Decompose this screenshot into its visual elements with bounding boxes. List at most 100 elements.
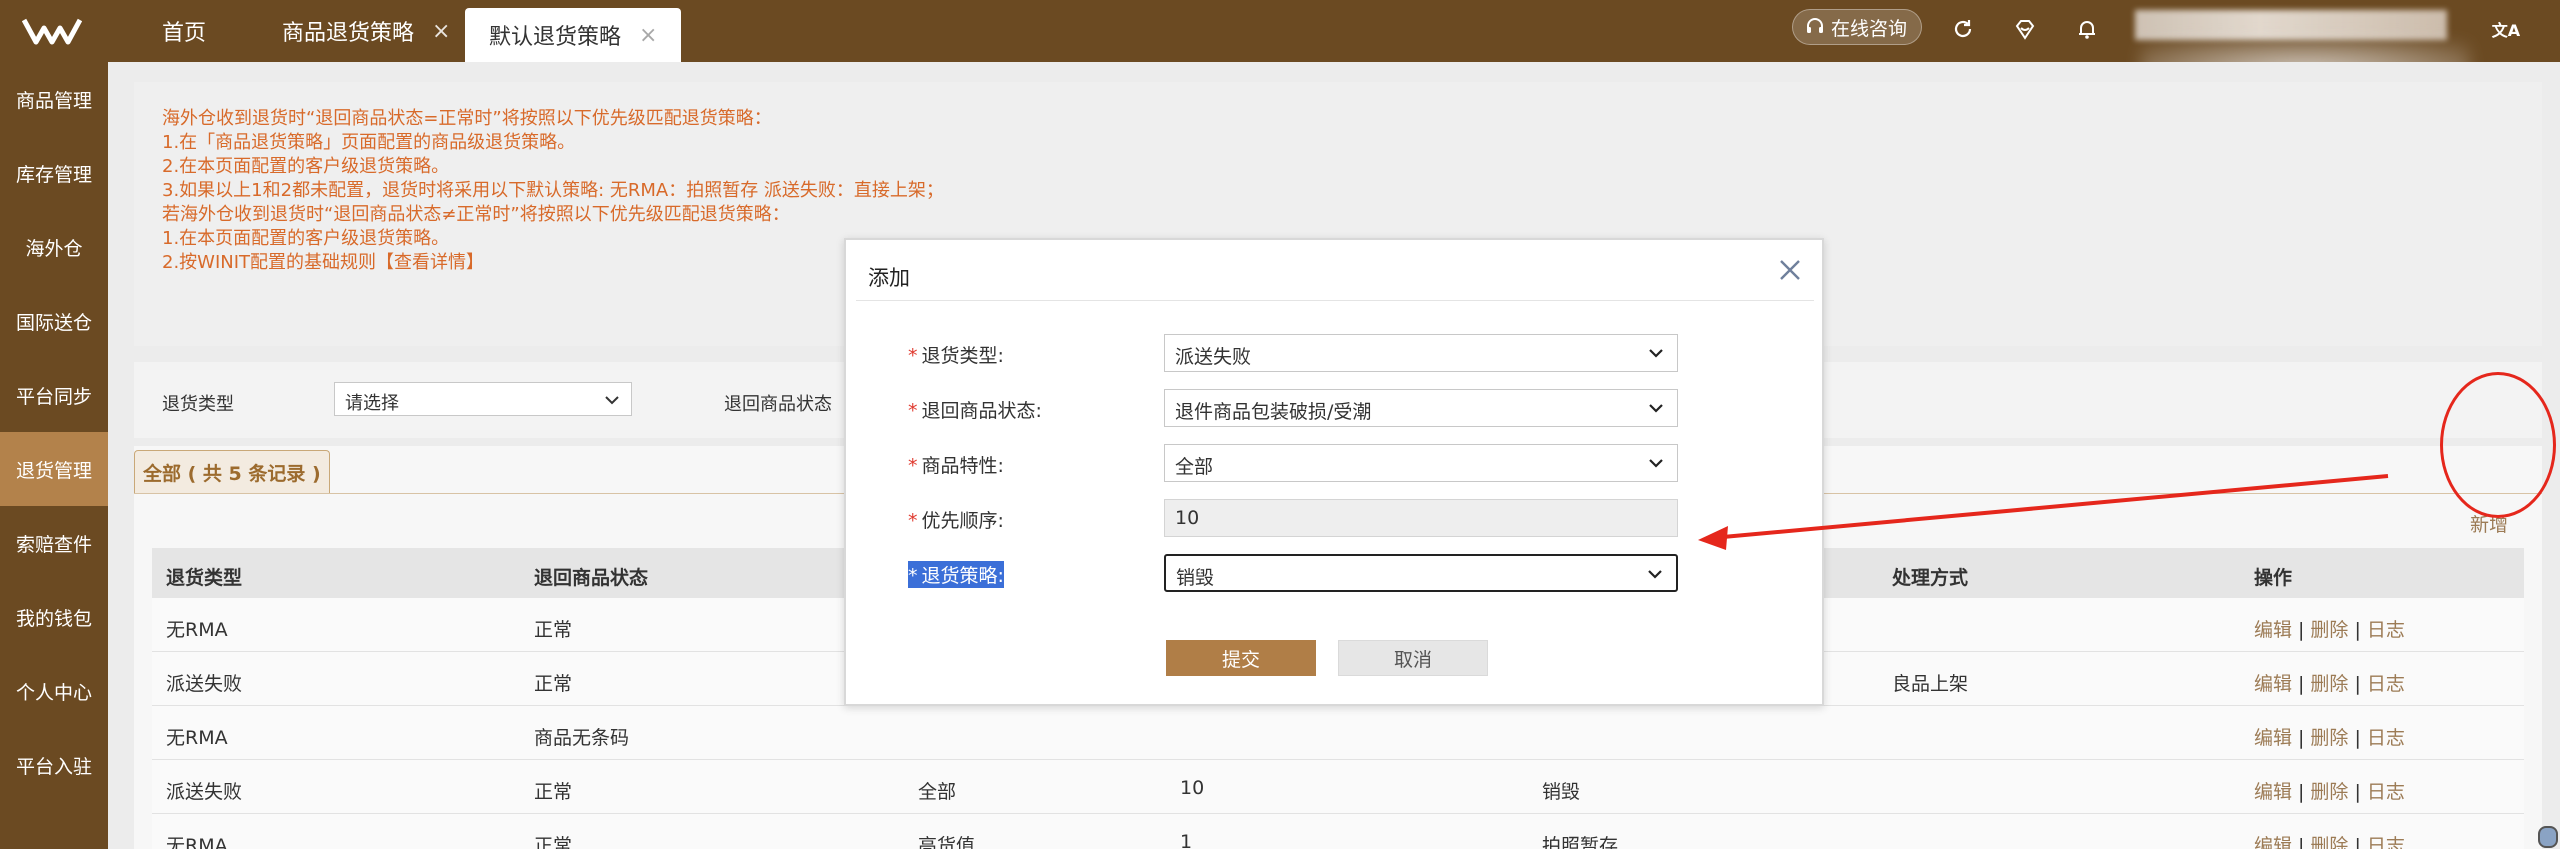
edit-link[interactable]: 编辑 [2254,781,2292,803]
tab-home[interactable]: 首页 [162,0,206,62]
cell-feature: 高货值 [918,835,976,849]
scrollbar-handle[interactable] [2538,826,2558,848]
select-value: 全部 [1175,456,1214,478]
sidebar-item-label: 退货管理 [15,459,92,482]
smile-icon[interactable] [2009,13,2041,45]
row-actions: 编辑 | 删除 | 日志 [2254,723,2405,750]
cell-type: 派送失败 [166,673,243,695]
select-value: 退件商品包装破损/受潮 [1175,401,1372,423]
sidebar-item-label: 国际送仓 [15,311,92,334]
notice-line: 3.如果以上1和2都未配置，退货时将采用以下默认策略: 无RMA：拍照暂存 派送… [162,180,944,201]
sidebar-item-returns[interactable]: 退货管理 [0,432,108,506]
sidebar-item-product[interactable]: 商品管理 [0,62,108,136]
column-header: 退货类型 [166,567,243,589]
sidebar-item-label: 商品管理 [15,89,92,112]
delete-link[interactable]: 删除 [2310,727,2348,749]
cell-type: 派送失败 [166,781,243,803]
return-type-value: 请选择 [345,393,399,414]
chevron-down-icon [605,396,619,405]
field-label: 退回商品状态: [921,400,1042,422]
return-type-label: 退货类型 [162,394,234,415]
delete-link[interactable]: 删除 [2310,673,2348,695]
logo-icon[interactable] [22,14,82,48]
table-row: 派送失败 正常 全部 10 销毁 编辑 | 删除 | 日志 [152,760,2524,814]
sidebar-item-label: 平台同步 [15,385,92,408]
close-icon[interactable]: × [432,19,450,44]
return-status-select[interactable]: 退件商品包装破损/受潮 [1164,389,1678,427]
field-label: 退货类型: [921,345,1004,367]
delete-link[interactable]: 删除 [2310,619,2348,641]
cell-priority: 10 [1180,777,1205,799]
notice-line: 海外仓收到退货时“退回商品状态=正常时”将按照以下优先级匹配退货策略： [162,108,772,129]
required-mark: * [908,565,918,587]
sidebar-item-platform-sync[interactable]: 平台同步 [0,358,108,432]
priority-field[interactable]: 10 [1164,499,1678,537]
sidebar-item-label: 索赔查件 [15,533,92,556]
cell-type: 无RMA [166,835,228,849]
sidebar-item-profile[interactable]: 个人中心 [0,654,108,728]
cell-feature: 全部 [918,781,957,803]
cell-type: 无RMA [166,727,228,749]
chevron-down-icon [1648,570,1662,579]
field-label: 商品特性: [921,455,1004,477]
submit-button[interactable]: 提交 [1166,640,1316,676]
product-feature-select[interactable]: 全部 [1164,444,1678,482]
log-link[interactable]: 日志 [2367,835,2405,849]
separator: | [2354,727,2361,749]
close-icon[interactable] [1776,256,1804,284]
user-info-blurred [2135,10,2447,40]
bell-icon[interactable] [2071,13,2103,45]
tab-label: 默认退货策略 [489,25,622,50]
edit-link[interactable]: 编辑 [2254,619,2292,641]
cell-strategy: 拍照暂存 [1542,835,1619,849]
sidebar-item-international[interactable]: 国际送仓 [0,284,108,358]
refresh-icon[interactable] [1947,13,1979,45]
return-type-label: * 退货类型: [908,341,1004,368]
notice-detail-link[interactable]: 2.按WINIT配置的基础规则【查看详情】 [162,248,484,274]
edit-link[interactable]: 编辑 [2254,727,2292,749]
column-header: 退回商品状态 [534,567,649,589]
return-strategy-label: * 退货策略: [908,561,1004,588]
log-link[interactable]: 日志 [2367,781,2405,803]
table-row: 无RMA 商品无条码 编辑 | 删除 | 日志 [152,706,2524,760]
sidebar-item-onboarding[interactable]: 平台入驻 [0,728,108,802]
return-type-select[interactable]: 派送失败 [1164,334,1678,372]
sidebar-item-claims[interactable]: 索赔查件 [0,506,108,580]
sidebar-item-label: 我的钱包 [15,607,92,630]
return-type-select[interactable]: 请选择 [334,382,632,416]
sidebar-item-inventory[interactable]: 库存管理 [0,136,108,210]
tab-product-return-strategy[interactable]: 商品退货策略 × [282,0,450,62]
delete-link[interactable]: 删除 [2310,835,2348,849]
cell-status: 正常 [534,781,573,803]
sidebar-item-wallet[interactable]: 我的钱包 [0,580,108,654]
row-actions: 编辑 | 删除 | 日志 [2254,831,2405,849]
chevron-down-icon [1649,459,1663,468]
edit-link[interactable]: 编辑 [2254,835,2292,849]
log-link[interactable]: 日志 [2367,619,2405,641]
separator: | [2354,781,2361,803]
notice-line: 1.在「商品退货策略」页面配置的商品级退货策略。 [162,132,576,153]
return-strategy-select[interactable]: 销毁 [1164,554,1678,592]
consult-label: 在线咨询 [1831,17,1908,40]
online-consult-button[interactable]: 在线咨询 [1792,9,1923,45]
sidebar-item-overseas-warehouse[interactable]: 海外仓 [0,210,108,284]
translate-icon[interactable]: 文A [2490,13,2522,45]
edit-link[interactable]: 编辑 [2254,673,2292,695]
delete-link[interactable]: 删除 [2310,781,2348,803]
tab-all-records[interactable]: 全部 ( 共 5 条记录 ) [134,450,330,494]
return-status-label: 退回商品状态 [724,394,832,415]
cell-type: 无RMA [166,619,228,641]
cancel-button[interactable]: 取消 [1338,640,1488,676]
log-link[interactable]: 日志 [2367,727,2405,749]
separator: | [2298,781,2305,803]
log-link[interactable]: 日志 [2367,673,2405,695]
field-label: 优先顺序: [921,510,1004,532]
cell-method: 良品上架 [1892,673,1969,695]
tab-default-return-strategy[interactable]: 默认退货策略 × [465,8,682,62]
separator: | [2298,727,2305,749]
top-bar: 首页 商品退货策略 × 默认退货策略 × 在线咨询 文A [0,0,2560,110]
sidebar-item-label: 个人中心 [15,681,92,704]
close-icon[interactable]: × [639,23,657,48]
sidebar-item-label: 库存管理 [15,163,92,186]
select-value: 派送失败 [1175,346,1252,368]
